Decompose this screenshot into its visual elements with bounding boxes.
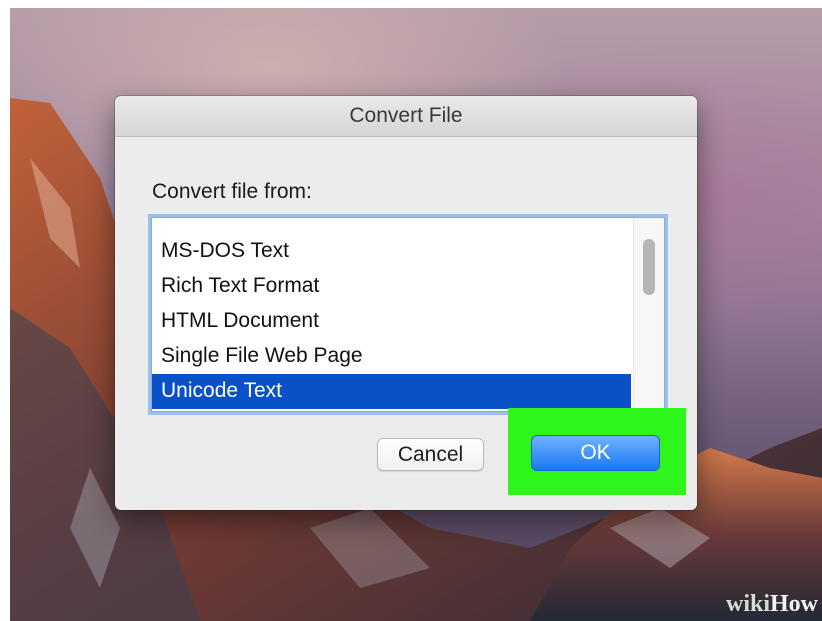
scrollbar-thumb[interactable] <box>643 239 655 295</box>
wikihow-watermark: wikiHow <box>726 591 818 618</box>
dialog-title: Convert File <box>349 104 463 127</box>
convert-from-label: Convert file from: <box>152 180 312 203</box>
list-item-single-file-web-page[interactable]: Single File Web Page <box>152 339 631 374</box>
list-scrollbar[interactable] <box>633 218 664 411</box>
list-item-rich-text-format[interactable]: Rich Text Format <box>152 269 631 304</box>
format-list: MS-DOS Text Rich Text Format HTML Docume… <box>152 218 633 411</box>
cancel-button[interactable]: Cancel <box>377 438 484 471</box>
ok-button[interactable]: OK <box>531 435 660 471</box>
list-item-html-document[interactable]: HTML Document <box>152 304 631 339</box>
format-listbox[interactable]: MS-DOS Text Rich Text Format HTML Docume… <box>151 217 665 412</box>
watermark-how: How <box>770 591 818 617</box>
watermark-wiki: wiki <box>725 591 770 617</box>
list-item-ms-dos-text[interactable]: MS-DOS Text <box>152 234 631 269</box>
dialog-titlebar: Convert File <box>115 96 697 137</box>
list-item-unicode-text[interactable]: Unicode Text <box>152 374 631 409</box>
